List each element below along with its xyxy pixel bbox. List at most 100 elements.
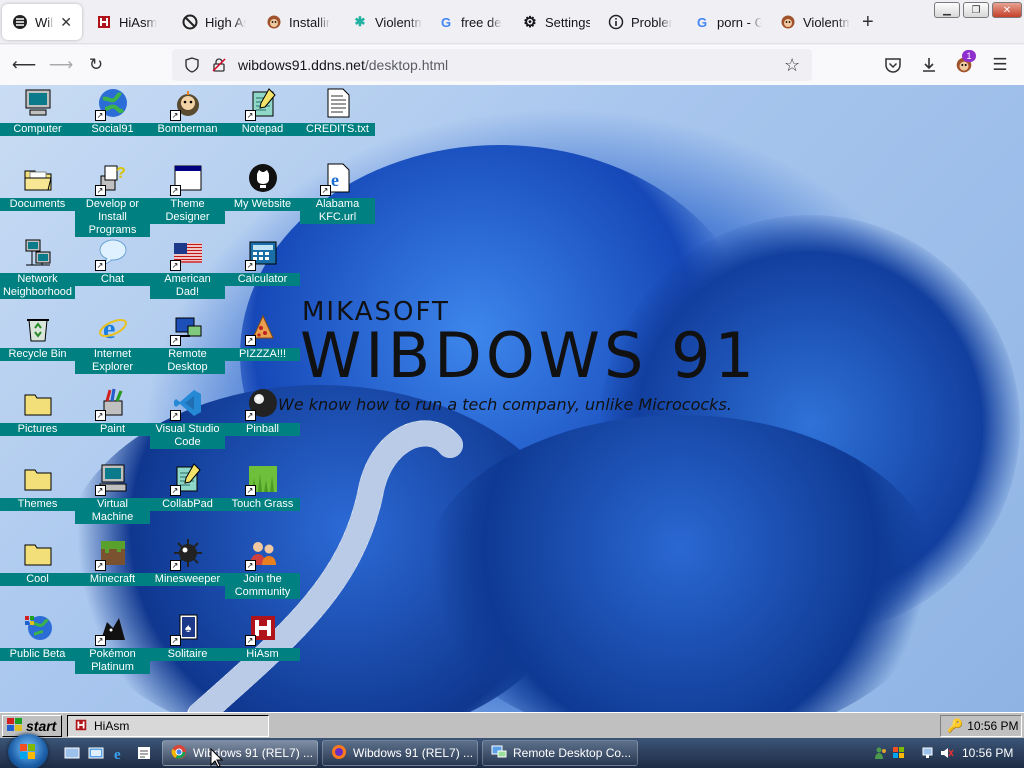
url-host: wibdows91.ddns.net	[238, 57, 365, 73]
icon-label: Pinball	[225, 423, 300, 436]
desktop-icon-virtual-machine[interactable]: ↗ Virtual Machine	[75, 460, 150, 524]
desktop-icon-alabama-kfc[interactable]: e ↗ Alabama KFC.url	[300, 160, 375, 224]
desktop-icon-network[interactable]: Network Neighborhood	[0, 235, 75, 299]
flag-icon[interactable]	[892, 746, 906, 760]
host-clock[interactable]: 10:56 PM	[962, 746, 1013, 760]
internet-explorer-icon: e	[95, 310, 131, 346]
desktop-icon-minesweeper[interactable]: ↗ Minesweeper	[150, 535, 225, 586]
desktop-icon-credits[interactable]: CREDITS.txt	[300, 85, 375, 136]
tab-label: Wibdows 91 (REL7)	[35, 14, 53, 30]
desktop-icon-documents[interactable]: Documents	[0, 160, 75, 211]
taskbar-button-label: HiAsm	[94, 719, 130, 733]
chat-bubble-icon: ↗	[94, 235, 131, 271]
reload-icon[interactable]: ↻	[85, 54, 107, 76]
taskbar-button-hiasm[interactable]: HiAsm	[67, 715, 269, 737]
explorer-icon[interactable]	[88, 745, 104, 761]
forward-icon[interactable]: ⟶	[49, 54, 73, 76]
public-beta-icon	[20, 610, 56, 646]
desktop-icon-internet-explorer[interactable]: e Internet Explorer	[75, 310, 150, 374]
tab-violentmonkey[interactable]: ✱ Violentmonkey	[342, 4, 432, 40]
notes-icon[interactable]	[136, 745, 152, 761]
desktop-icon-develop[interactable]: ? ↗ Develop or Install Programs	[75, 160, 150, 237]
desktop[interactable]: MIKASOFT WIBDOWS 91 We know how to run a…	[0, 85, 1024, 712]
us-flag-icon: ↗	[169, 235, 206, 271]
community-icon: ↗	[244, 535, 281, 571]
desktop-icon-collabpad[interactable]: ↗ CollabPad	[150, 460, 225, 511]
desktop-icon-cool[interactable]: Cool	[0, 535, 75, 586]
close-window-icon[interactable]: ✕	[992, 2, 1022, 18]
host-task-firefox[interactable]: Wibdows 91 (REL7) ...	[322, 740, 478, 766]
volume-muted-icon[interactable]	[940, 746, 954, 760]
url-bar[interactable]: wibdows91.ddns.net/desktop.html ☆	[172, 49, 812, 81]
navigation-bar: ⟵ ⟶ ↻ wibdows91.ddns.net/desktop.html ☆ …	[0, 45, 1024, 85]
host-task-remote-desktop[interactable]: Remote Desktop Co...	[482, 740, 638, 766]
tab-installing[interactable]: Installing	[256, 4, 340, 40]
key-icon[interactable]: 🔑	[947, 718, 963, 734]
tab-wibdows[interactable]: Wibdows 91 (REL7) ✕	[2, 4, 82, 40]
icon-label: Public Beta	[0, 648, 75, 661]
desktop-icon-vscode[interactable]: ↗ Visual Studio Code	[150, 385, 225, 449]
desktop-icon-bomberman[interactable]: ↗ Bomberman	[150, 85, 225, 136]
tab-violentmonkey-2[interactable]: Violentmonkey	[770, 4, 860, 40]
tab-label: Problems	[631, 14, 672, 30]
tab-free-demo[interactable]: G free demo	[428, 4, 512, 40]
icon-label: PIZZZA!!!	[225, 348, 300, 361]
desktop-icon-social91[interactable]: ↗ Social91	[75, 85, 150, 136]
desktop-icon-pictures[interactable]: Pictures	[0, 385, 75, 436]
desktop-icon-hiasm[interactable]: ↗ HiAsm	[225, 610, 300, 661]
desktop-icon-paint[interactable]: ↗ Paint	[75, 385, 150, 436]
desktop-icon-theme-designer[interactable]: ↗ Theme Designer	[150, 160, 225, 224]
desktop-icon-solitaire[interactable]: ♠ ↗ Solitaire	[150, 610, 225, 661]
mine-icon: ↗	[169, 535, 206, 571]
internet-explorer-icon[interactable]: e	[112, 745, 128, 761]
tab-label: Installing	[289, 14, 330, 30]
users-icon[interactable]	[874, 746, 888, 760]
restore-icon[interactable]: ❐	[963, 2, 989, 18]
close-tab-icon[interactable]: ✕	[60, 14, 72, 31]
tab-google-search[interactable]: G porn - Google	[684, 4, 772, 40]
network-icon[interactable]	[922, 746, 936, 760]
menu-icon[interactable]: ☰	[989, 54, 1011, 76]
computer-icon	[20, 85, 56, 121]
tab-label: Settings	[545, 14, 590, 30]
solitaire-icon: ♠ ↗	[169, 610, 206, 646]
windows-orb-icon[interactable]	[8, 734, 48, 768]
tab-high-astrology[interactable]: High Astrology	[172, 4, 256, 40]
host-task-chrome[interactable]: Wibdows 91 (REL7) ...	[162, 740, 318, 766]
desktop-icon-minecraft[interactable]: ↗ Minecraft	[75, 535, 150, 586]
desktop-icon-join-community[interactable]: ↗ Join the Community	[225, 535, 300, 599]
pocket-icon[interactable]	[882, 54, 904, 76]
show-desktop-icon[interactable]	[64, 745, 80, 761]
folder-icon	[20, 460, 56, 496]
desktop-icon-my-website[interactable]: My Website	[225, 160, 300, 211]
downloads-icon[interactable]	[918, 54, 940, 76]
insecure-lock-icon[interactable]	[212, 58, 226, 72]
tab-problems[interactable]: Problems	[598, 4, 682, 40]
svg-text:e: e	[103, 314, 115, 344]
desktop-icon-pokemon[interactable]: ↗ Pokémon Platinum	[75, 610, 150, 674]
desktop-icon-calculator[interactable]: ↗ Calculator	[225, 235, 300, 286]
icon-label: Theme Designer	[150, 198, 225, 224]
desktop-icon-remote-desktop[interactable]: ↗ Remote Desktop	[150, 310, 225, 374]
desktop-icon-computer[interactable]: Computer	[0, 85, 75, 136]
tab-settings[interactable]: ⚙ Settings	[512, 4, 600, 40]
desktop-icon-notepad[interactable]: ↗ Notepad	[225, 85, 300, 136]
new-tab-icon[interactable]: +	[862, 12, 874, 32]
bookmark-star-icon[interactable]: ☆	[784, 55, 800, 76]
desktop-icon-chat[interactable]: ↗ Chat	[75, 235, 150, 286]
shield-icon[interactable]	[184, 57, 200, 73]
back-icon[interactable]: ⟵	[12, 54, 36, 76]
desktop-icon-american-dad[interactable]: ↗ American Dad!	[150, 235, 225, 299]
desktop-icon-recycle-bin[interactable]: Recycle Bin	[0, 310, 75, 361]
pinball-icon: ↗	[244, 385, 281, 421]
desktop-icon-public-beta[interactable]: Public Beta	[0, 610, 75, 661]
minimize-icon[interactable]: ▁	[934, 2, 960, 18]
window-icon: ↗	[169, 160, 206, 196]
tab-hiasm[interactable]: HiAsm	[86, 4, 174, 40]
desktop-icon-themes[interactable]: Themes	[0, 460, 75, 511]
desktop-icon-touch-grass[interactable]: ↗ Touch Grass	[225, 460, 300, 511]
desktop-icon-pinball[interactable]: ↗ Pinball	[225, 385, 300, 436]
desktop-icon-pizza[interactable]: ↗ PIZZZA!!!	[225, 310, 300, 361]
monkey-icon	[266, 14, 282, 30]
svg-text:?: ?	[116, 165, 126, 182]
